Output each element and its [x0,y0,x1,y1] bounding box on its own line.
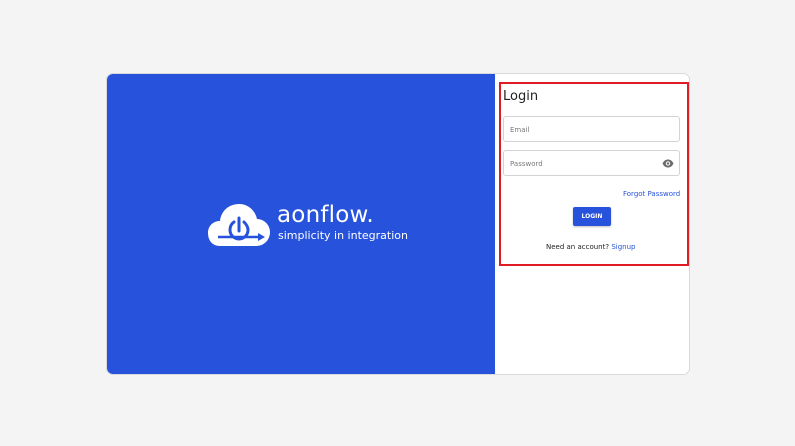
signup-prompt: Need an account? [546,243,610,251]
password-field[interactable] [503,150,680,176]
login-title: Login [503,89,539,104]
brand-name: aonflow. [277,202,374,228]
login-button[interactable]: LOGIN [573,207,611,226]
email-field[interactable] [503,116,680,142]
forgot-password-link[interactable]: Forgot Password [623,190,680,199]
eye-icon[interactable] [662,159,674,168]
brand-tagline: simplicity in integration [278,229,408,242]
brand-panel: aonflow. simplicity in integration [107,74,495,374]
cloud-power-icon [208,204,270,246]
password-input[interactable] [504,152,650,176]
signup-link[interactable]: Signup [611,243,635,251]
signup-line: Need an account? Signup [546,243,635,252]
email-input[interactable] [504,118,650,142]
